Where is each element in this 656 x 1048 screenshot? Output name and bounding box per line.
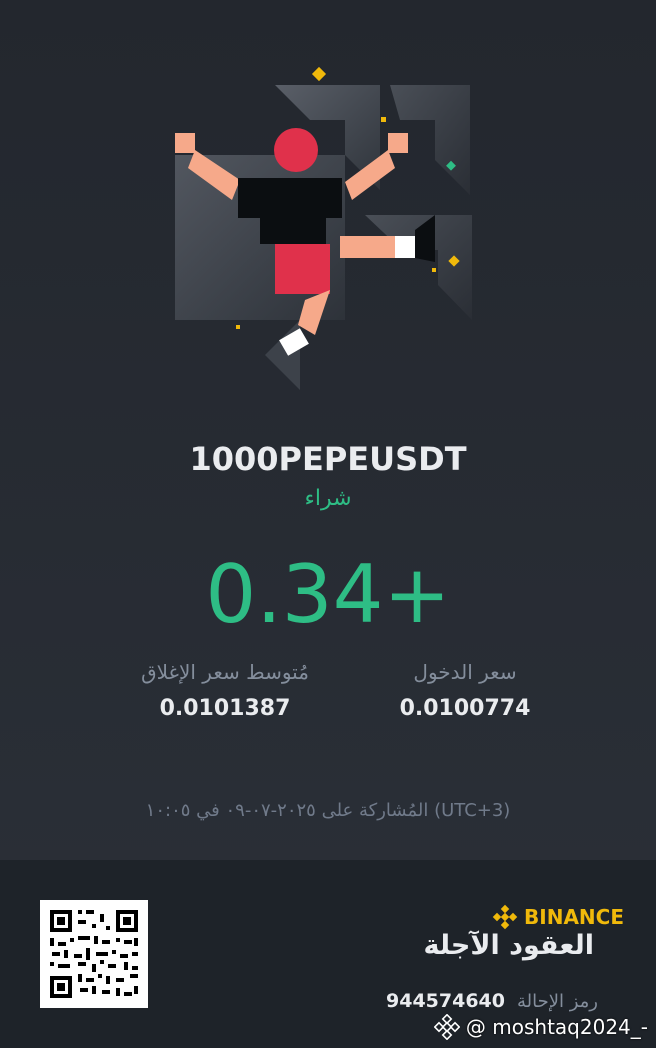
futures-title: العقود الآجلة: [423, 930, 594, 961]
hero-illustration: [175, 66, 472, 390]
shared-timestamp: المُشاركة على ٢٠٢٥-٠٧-٠٩ في ١٠:٠٥ (UTC+3…: [145, 800, 511, 821]
pnl-value: 0.34+: [205, 548, 451, 641]
referral-code: 944574640: [386, 990, 505, 1012]
close-price-label: مُتوسط سعر الإغلاق: [141, 660, 309, 684]
referral: 944574640 رمز الإحالة: [386, 990, 598, 1012]
entry-price-label: سعر الدخول: [413, 660, 517, 684]
share-card: 1000PEPEUSDT شراء 0.34+ مُتوسط سعر الإغل…: [0, 0, 656, 1048]
footer: BINANCE العقود الآجلة 944574640 رمز الإح…: [0, 860, 656, 1048]
binance-logo-icon: [492, 904, 518, 930]
qr-code: [40, 900, 148, 1008]
binance-brand: BINANCE: [492, 904, 624, 930]
symbol: 1000PEPEUSDT: [189, 440, 467, 478]
close-price-value: 0.0101387: [159, 696, 291, 721]
binance-watermark-icon: [433, 1014, 460, 1040]
binance-brand-text: BINANCE: [524, 905, 624, 929]
entry-price-value: 0.0100774: [399, 696, 531, 721]
watermark-text: @ moshtaq2024_-: [465, 1015, 648, 1039]
close-price-block: مُتوسط سعر الإغلاق 0.0101387: [105, 660, 345, 721]
entry-price-block: سعر الدخول 0.0100774: [345, 660, 585, 721]
position-side: شراء: [304, 486, 352, 511]
referral-label: رمز الإحالة: [517, 990, 598, 1012]
watermark: @ moshtaq2024_-: [433, 1014, 648, 1040]
